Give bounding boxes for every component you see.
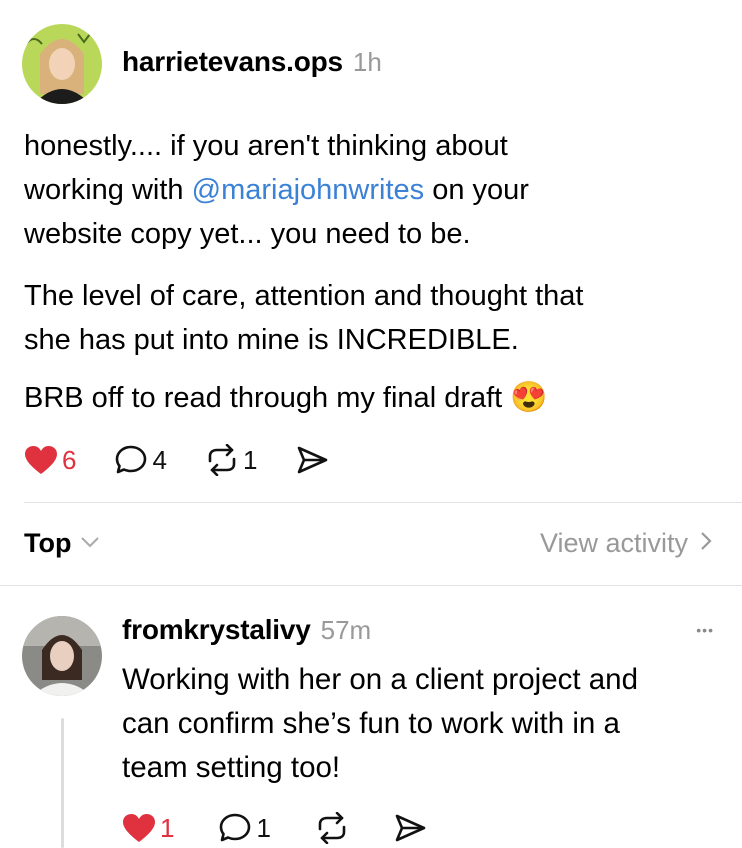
post-text-line: website copy yet... you need to be. bbox=[24, 218, 471, 250]
heart-eyes-emoji: 😍 bbox=[510, 381, 548, 414]
reply-share-button[interactable] bbox=[393, 812, 427, 844]
repost-icon bbox=[205, 444, 239, 476]
comment-icon bbox=[218, 812, 252, 844]
reply-like-button[interactable]: 1 bbox=[122, 813, 174, 844]
share-button[interactable] bbox=[295, 444, 329, 476]
post-text-line: BRB off to read through my final draft bbox=[24, 382, 503, 414]
comment-button[interactable]: 4 bbox=[114, 444, 167, 476]
post-actions: 6 4 1 bbox=[24, 440, 329, 480]
repost-button[interactable]: 1 bbox=[205, 444, 257, 476]
repost-count: 1 bbox=[242, 444, 258, 475]
post-paragraph-2: The level of care, attention and thought… bbox=[24, 274, 724, 362]
post-body: honestly.... if you aren't thinking abou… bbox=[24, 124, 724, 256]
sort-dropdown[interactable]: Top bbox=[24, 528, 100, 559]
reply-thread-line bbox=[61, 718, 64, 848]
view-activity-link[interactable]: View activity bbox=[540, 528, 712, 559]
reply-username[interactable]: fromkrystalivy bbox=[122, 614, 311, 646]
comment-count: 4 bbox=[152, 444, 167, 475]
post-text-line: she has put into mine is INCREDIBLE. bbox=[24, 324, 519, 356]
repost-icon bbox=[315, 812, 349, 844]
chevron-right-icon bbox=[700, 531, 712, 556]
reply-repost-button[interactable] bbox=[315, 812, 349, 844]
share-icon bbox=[295, 444, 329, 476]
reply-timestamp: 57m bbox=[320, 615, 372, 645]
post-timestamp: 1h bbox=[352, 47, 382, 77]
more-options-button[interactable]: ••• bbox=[696, 622, 714, 640]
view-activity-label: View activity bbox=[539, 528, 688, 558]
mention-link[interactable]: @mariajohnwrites bbox=[192, 174, 425, 206]
reply-text-line: Working with her on a client project and bbox=[122, 663, 638, 696]
like-button[interactable]: 6 bbox=[24, 445, 76, 476]
heart-icon bbox=[24, 445, 58, 475]
like-count: 6 bbox=[62, 444, 77, 475]
more-icon: ••• bbox=[696, 622, 714, 638]
post-username[interactable]: harrietevans.ops bbox=[122, 46, 343, 78]
sort-label: Top bbox=[24, 528, 72, 558]
post-text-line: The level of care, attention and thought… bbox=[24, 280, 584, 312]
section-divider bbox=[0, 585, 742, 586]
reply-actions: 1 1 bbox=[122, 808, 427, 848]
reply-author-avatar[interactable] bbox=[22, 616, 102, 696]
reply-body: Working with her on a client project and… bbox=[122, 658, 732, 790]
post-text-line: working with @mariajohnwrites on your bbox=[24, 174, 529, 206]
post-divider bbox=[24, 502, 742, 503]
comment-icon bbox=[114, 444, 148, 476]
post-paragraph-3: BRB off to read through my final draft 😍 bbox=[24, 376, 724, 420]
reply-comment-button[interactable]: 1 bbox=[218, 812, 271, 844]
post-text-line: honestly.... if you aren't thinking abou… bbox=[24, 130, 508, 162]
reply-header: fromkrystalivy 57m bbox=[122, 614, 371, 646]
chevron-down-icon bbox=[81, 535, 100, 553]
reply-comment-count: 1 bbox=[256, 812, 271, 843]
reply-text-line: team setting too! bbox=[122, 751, 341, 784]
post-author-avatar[interactable] bbox=[22, 24, 102, 104]
reply-like-count: 1 bbox=[160, 812, 175, 843]
post-header: harrietevans.ops 1h bbox=[122, 46, 382, 78]
reply-text-line: can confirm she’s fun to work with in a bbox=[122, 707, 620, 740]
share-icon bbox=[393, 812, 427, 844]
heart-icon bbox=[122, 813, 156, 843]
